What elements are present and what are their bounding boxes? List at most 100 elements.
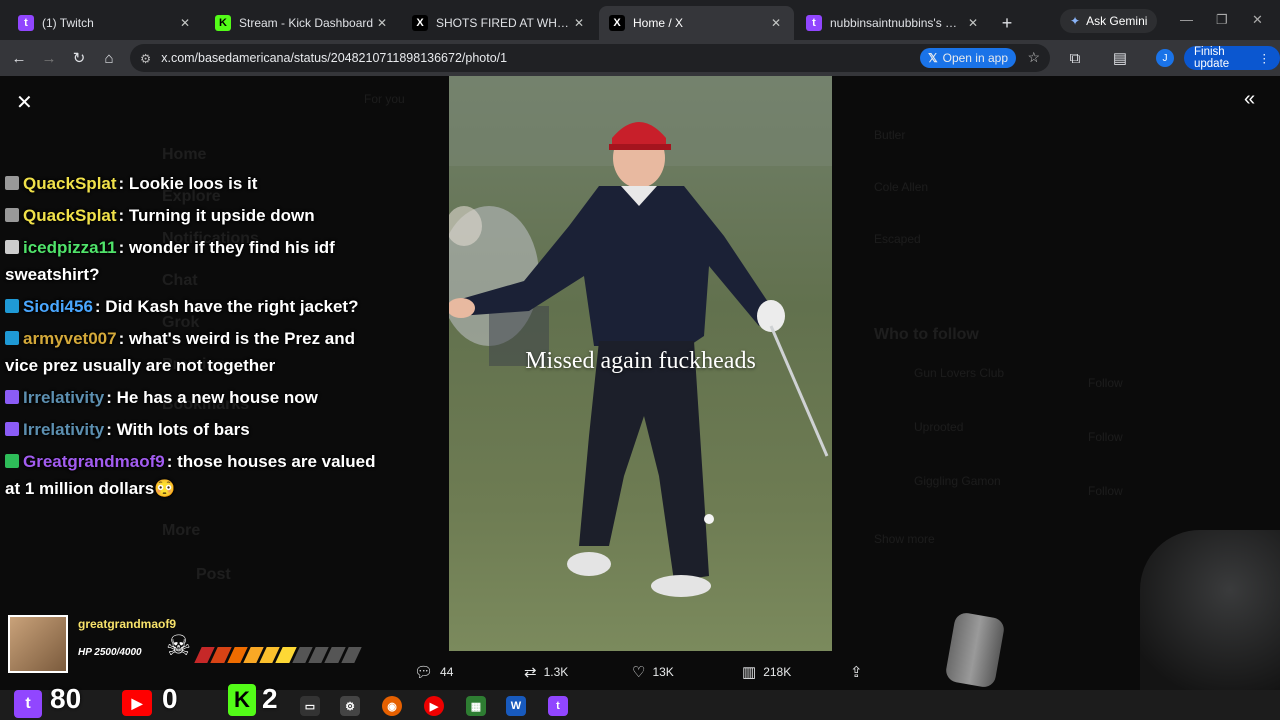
x-icon: X — [412, 15, 428, 31]
kick-count: 2 — [262, 683, 278, 714]
sidebar-item-ghost: Post — [196, 566, 231, 583]
chat-text: : With lots of bars — [106, 420, 250, 439]
twitch-count: 80 — [50, 683, 82, 714]
chat-badge-icon — [5, 240, 19, 254]
viewer-avatar — [8, 615, 68, 673]
feed-tab-ghost: For you — [364, 92, 405, 106]
heart-icon: ♡ — [632, 664, 646, 681]
site-info-icon[interactable]: ⚙ — [140, 51, 151, 66]
bookmark-star-icon[interactable]: ☆ — [1027, 49, 1040, 66]
kick-icon: K — [215, 15, 231, 31]
minecraft-icon[interactable]: ▦ — [466, 696, 486, 716]
chat-message: icedpizza11: wonder if they find his idf… — [5, 234, 390, 288]
restore-icon[interactable]: ❐ — [1216, 12, 1228, 28]
share-button[interactable]: ⇪ — [850, 663, 863, 681]
kick-logo-icon: K — [228, 684, 256, 716]
right-rail-item-ghost: Gun Lovers Club — [914, 366, 1005, 380]
browser-tab[interactable]: t (1) Twitch ✕ — [8, 6, 203, 40]
right-rail-item-ghost: Cole Allen — [874, 180, 929, 194]
tweet-photo[interactable]: Missed again fuckheads — [449, 76, 832, 651]
gemini-icon: ✦ — [1070, 14, 1081, 28]
taskbar: t 80 ▶ 0 K 2 ▭ ⚙ ◉ ▶ ▦ W t — [0, 683, 1280, 720]
chat-badge-icon — [5, 208, 19, 222]
chat-badge-icon — [5, 299, 19, 313]
ask-gemini-button[interactable]: ✦ Ask Gemini — [1060, 9, 1158, 33]
chat-text: : He has a new house now — [106, 388, 318, 407]
like-button[interactable]: ♡ 13K — [632, 663, 674, 681]
chat-message: Irrelativity: He has a new house now — [5, 384, 390, 411]
repost-icon: ⇄ — [524, 664, 537, 681]
reply-button[interactable]: 💬︎ 44 — [414, 663, 453, 681]
twitch-studio-icon[interactable]: t — [548, 696, 568, 716]
minimize-icon[interactable]: — — [1180, 12, 1193, 27]
url-text: x.com/basedamericana/status/204821071189… — [161, 51, 508, 65]
reading-list-icon[interactable]: ▤ — [1105, 49, 1135, 67]
tab-title: (1) Twitch — [42, 16, 94, 30]
chat-badge-icon — [5, 331, 19, 345]
media-player-icon[interactable]: ▶ — [424, 696, 444, 716]
browser-tab[interactable]: X Home / X ✕ — [599, 6, 794, 40]
twitch-logo-icon: t — [14, 690, 42, 718]
word-icon[interactable]: W — [506, 696, 526, 716]
browser-tab[interactable]: X SHOTS FIRED AT WH DINNER \✕ — [402, 6, 597, 40]
settings-icon[interactable]: ⚙ — [340, 696, 360, 716]
extensions-icon[interactable]: ⧉ — [1060, 50, 1090, 67]
right-rail-item-ghost: Who to follow — [874, 326, 979, 343]
right-rail-item-ghost: Giggling Gamon — [914, 474, 1001, 488]
close-window-icon[interactable]: ✕ — [1252, 12, 1263, 28]
views-button[interactable]: ▥ 218K — [742, 663, 791, 681]
chat-username: armyvet007 — [23, 329, 117, 348]
collapse-panel-icon[interactable]: « — [1244, 88, 1255, 111]
tab-title: Home / X — [633, 16, 684, 30]
follow-button-ghost: Follow — [1088, 376, 1123, 390]
sidebar-item-ghost: Home — [162, 146, 207, 163]
right-rail-item-ghost: Butler — [874, 128, 906, 142]
browser-tab[interactable]: K Stream - Kick Dashboard ✕ — [205, 6, 400, 40]
address-bar[interactable]: ⚙ x.com/basedamericana/status/2048210711… — [130, 44, 1050, 72]
chat-username: Irrelativity — [23, 420, 105, 439]
forward-icon[interactable]: → — [34, 50, 64, 67]
chat-text: : Turning it upside down — [118, 206, 315, 225]
tab-title: Stream - Kick Dashboard — [239, 16, 374, 30]
follow-button-ghost: Follow — [1088, 484, 1123, 498]
close-tab-icon[interactable]: ✕ — [177, 16, 193, 30]
terminal-icon[interactable]: ▭ — [300, 696, 320, 716]
browser-tab-bar: t (1) Twitch ✕ K Stream - Kick Dashboard ✕ X SH… — [0, 0, 1280, 40]
chat-text: : Lookie loos is it — [118, 174, 258, 193]
close-tab-icon[interactable]: ✕ — [374, 16, 390, 30]
viewer-username: greatgrandmaof9 — [78, 617, 177, 631]
close-tab-icon[interactable]: ✕ — [965, 16, 981, 30]
right-rail-item-ghost: Show more — [874, 532, 935, 546]
back-icon[interactable]: ← — [4, 50, 34, 67]
open-in-app-button[interactable]: 𝕏 Open in app — [919, 48, 1016, 68]
finish-update-button[interactable]: Finish update ⋮ — [1184, 46, 1280, 70]
tab-title: nubbinsaintnubbins's Mod View — [830, 16, 965, 30]
close-tab-icon[interactable]: ✕ — [768, 16, 784, 30]
profile-avatar[interactable]: J — [1156, 49, 1174, 67]
chat-username: Greatgrandmaof9 — [23, 452, 165, 471]
chat-message: Greatgrandmaof9: those houses are valued… — [5, 448, 390, 502]
firefox-icon[interactable]: ◉ — [382, 696, 402, 716]
image-caption: Missed again fuckheads — [525, 348, 756, 374]
browser-tab[interactable]: t nubbinsaintnubbins's Mod View✕ — [796, 6, 991, 40]
home-icon[interactable]: ⌂ — [94, 50, 124, 67]
share-icon: ⇪ — [850, 664, 863, 681]
chat-text: : Did Kash have the right jacket? — [94, 297, 359, 316]
reply-icon: 💬︎ — [414, 664, 434, 681]
close-tab-icon[interactable]: ✕ — [571, 16, 587, 30]
reload-icon[interactable]: ↻ — [64, 49, 94, 67]
close-icon[interactable]: ✕ — [16, 90, 33, 115]
chat-username: Irrelativity — [23, 388, 105, 407]
hp-bar — [194, 647, 362, 663]
chat-message: QuackSplat: Turning it upside down — [5, 202, 390, 229]
chat-badge-icon — [5, 390, 19, 404]
sidebar-item-ghost: More — [162, 522, 201, 539]
x-icon: X — [609, 15, 625, 31]
repost-button[interactable]: ⇄ 1.3K — [524, 663, 568, 681]
twitch-icon: t — [806, 15, 822, 31]
skull-icon: ☠ — [166, 630, 192, 661]
youtube-logo-icon: ▶ — [122, 690, 152, 716]
new-tab-button[interactable]: + — [993, 6, 1021, 40]
viewer-hp-overlay: greatgrandmaof9 ☠ HP 2500/4000 — [8, 615, 368, 675]
chat-badge-icon — [5, 454, 19, 468]
